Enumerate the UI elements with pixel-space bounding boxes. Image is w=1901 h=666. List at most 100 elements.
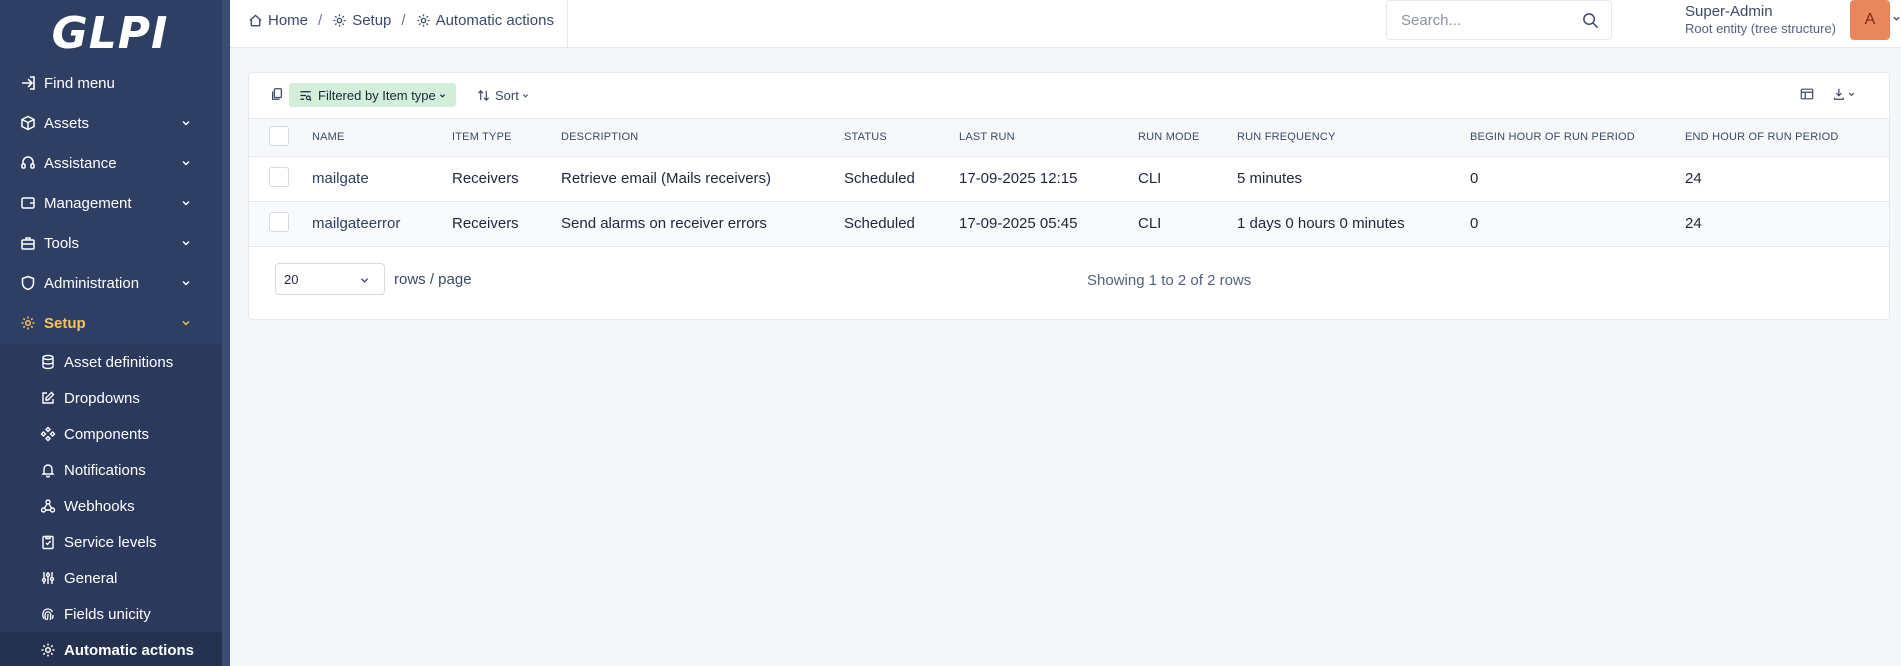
- list-toolbar: Filtered by Item type Sort: [249, 73, 1889, 119]
- column-header[interactable]: RUN FREQUENCY: [1237, 119, 1470, 156]
- breadcrumb-automatic-actions[interactable]: Automatic actions: [416, 12, 554, 29]
- chevron-down-icon: [182, 121, 190, 126]
- sort-button[interactable]: Sort: [477, 83, 529, 107]
- begin-hour-cell: 0: [1470, 215, 1479, 232]
- submenu-item-components[interactable]: Components: [0, 416, 222, 452]
- submenu-item-label: Dropdowns: [64, 389, 140, 407]
- column-header[interactable]: BEGIN HOUR OF RUN PERIOD: [1470, 119, 1685, 156]
- submenu-item-label: Notifications: [64, 461, 146, 479]
- column-header[interactable]: END HOUR OF RUN PERIOD: [1685, 119, 1889, 156]
- find-menu-button[interactable]: Find menu: [0, 63, 222, 103]
- user-name: Super-Admin: [1685, 3, 1773, 20]
- submenu-item-dropdowns[interactable]: Dropdowns: [0, 380, 222, 416]
- breadcrumb-label: Setup: [352, 11, 392, 29]
- submenu-item-automatic-actions[interactable]: Automatic actions: [0, 632, 222, 666]
- column-header[interactable]: NAME: [312, 119, 452, 156]
- breadcrumb-label: Home: [268, 11, 309, 29]
- chevron-down-icon: [182, 201, 190, 206]
- submenu-item-general[interactable]: General: [0, 560, 222, 596]
- breadcrumb-label: Automatic actions: [435, 11, 554, 29]
- sidebar-item-assistance[interactable]: Assistance: [0, 143, 222, 183]
- sort-label: Sort: [495, 87, 519, 103]
- sidebar-item-label: Setup: [44, 314, 86, 332]
- submenu-item-label: Service levels: [64, 533, 157, 551]
- item-type-cell: Receivers: [452, 215, 519, 232]
- automatic-actions-card: Filtered by Item type Sort NAME ITEM TYP…: [248, 72, 1890, 320]
- home-icon: [248, 13, 263, 28]
- table-row: mailgate Receivers Retrieve email (Mails…: [249, 156, 1889, 201]
- breadcrumb-home[interactable]: Home: [248, 12, 308, 29]
- run-frequency-cell: 5 minutes: [1237, 170, 1303, 187]
- end-hour-cell: 24: [1685, 170, 1702, 187]
- user-entity: Root entity (tree structure): [1685, 21, 1836, 36]
- chevron-down-icon: [182, 321, 190, 326]
- sidebar-item-label: Assistance: [44, 154, 117, 172]
- item-type-cell: Receivers: [452, 170, 519, 187]
- last-run-cell: 17-09-2025 05:45: [959, 215, 1078, 232]
- search-icon[interactable]: [1582, 12, 1599, 29]
- row-select-cell: [249, 201, 312, 246]
- chevron-down-icon: [182, 161, 190, 166]
- breadcrumb: Home / Setup / Automatic actions: [248, 0, 554, 40]
- automatic-actions-table: NAME ITEM TYPE DESCRIPTION STATUS LAST R…: [249, 119, 1889, 247]
- pagination-bar: 20 rows / page Showing 1 to 2 of 2 rows: [249, 247, 1889, 320]
- sidebar-item-setup[interactable]: Setup: [0, 303, 222, 343]
- global-search[interactable]: [1386, 0, 1612, 40]
- breadcrumb-setup[interactable]: Setup: [332, 12, 391, 29]
- select-all-checkbox[interactable]: [269, 125, 289, 146]
- sidebar-edge: [222, 0, 230, 666]
- cube-icon: [20, 115, 36, 131]
- rows-per-page-select[interactable]: 20: [275, 263, 385, 295]
- run-mode-cell: CLI: [1138, 170, 1162, 187]
- submenu-item-label: Webhooks: [64, 497, 135, 515]
- rows-per-page-value: 20: [284, 271, 299, 287]
- clipboard-icon: [40, 534, 56, 550]
- row-checkbox[interactable]: [269, 166, 289, 187]
- user-menu[interactable]: Super-Admin Root entity (tree structure): [1685, 3, 1836, 37]
- rows-per-page-label: rows / page: [394, 271, 472, 288]
- bell-icon: [40, 462, 56, 478]
- copy-icon[interactable]: [269, 86, 285, 102]
- glpi-logo[interactable]: GLPI: [0, 0, 230, 66]
- breadcrumb-separator: /: [318, 11, 323, 29]
- chevron-down-icon: [360, 278, 369, 283]
- column-header[interactable]: DESCRIPTION: [561, 119, 844, 156]
- gear-icon: [20, 315, 36, 331]
- headset-icon: [20, 155, 36, 171]
- submenu-item-label: Fields unicity: [64, 605, 151, 623]
- sidebar-item-assets[interactable]: Assets: [0, 103, 222, 143]
- briefcase-icon: [20, 235, 36, 251]
- table-columns-icon[interactable]: [1799, 86, 1815, 102]
- submenu-item-notifications[interactable]: Notifications: [0, 452, 222, 488]
- chevron-down-icon[interactable]: [1892, 14, 1901, 23]
- find-menu-label: Find menu: [44, 74, 115, 92]
- column-header[interactable]: RUN MODE: [1138, 119, 1237, 156]
- avatar[interactable]: A: [1850, 0, 1890, 40]
- sidebar-item-administration[interactable]: Administration: [0, 263, 222, 303]
- end-hour-cell: 24: [1685, 215, 1702, 232]
- search-input[interactable]: [1401, 11, 1581, 29]
- action-name-link[interactable]: mailgate: [312, 170, 369, 187]
- submenu-item-fields-unicity[interactable]: Fields unicity: [0, 596, 222, 632]
- run-frequency-cell: 1 days 0 hours 0 minutes: [1237, 215, 1405, 232]
- edit-icon: [40, 390, 56, 406]
- sidebar-item-management[interactable]: Management: [0, 183, 222, 223]
- shield-icon: [20, 275, 36, 291]
- name-cell: mailgateerror: [312, 201, 452, 246]
- submenu-item-service-levels[interactable]: Service levels: [0, 524, 222, 560]
- column-header[interactable]: ITEM TYPE: [452, 119, 561, 156]
- top-header: Home / Setup / Automatic actions Super-A…: [230, 0, 1901, 48]
- breadcrumb-separator: /: [401, 11, 406, 29]
- export-download-icon[interactable]: [1831, 86, 1859, 102]
- filter-item-type-button[interactable]: Filtered by Item type: [289, 83, 456, 107]
- sidebar-item-tools[interactable]: Tools: [0, 223, 222, 263]
- action-name-link[interactable]: mailgateerror: [312, 215, 400, 232]
- submenu-item-webhooks[interactable]: Webhooks: [0, 488, 222, 524]
- chevron-down-icon: [182, 281, 190, 286]
- column-header[interactable]: STATUS: [844, 119, 959, 156]
- row-checkbox[interactable]: [269, 211, 289, 232]
- submenu-item-asset-definitions[interactable]: Asset definitions: [0, 344, 222, 380]
- sidebar-item-label: Assets: [44, 114, 90, 132]
- table-header-row: NAME ITEM TYPE DESCRIPTION STATUS LAST R…: [249, 119, 1889, 156]
- column-header[interactable]: LAST RUN: [959, 119, 1138, 156]
